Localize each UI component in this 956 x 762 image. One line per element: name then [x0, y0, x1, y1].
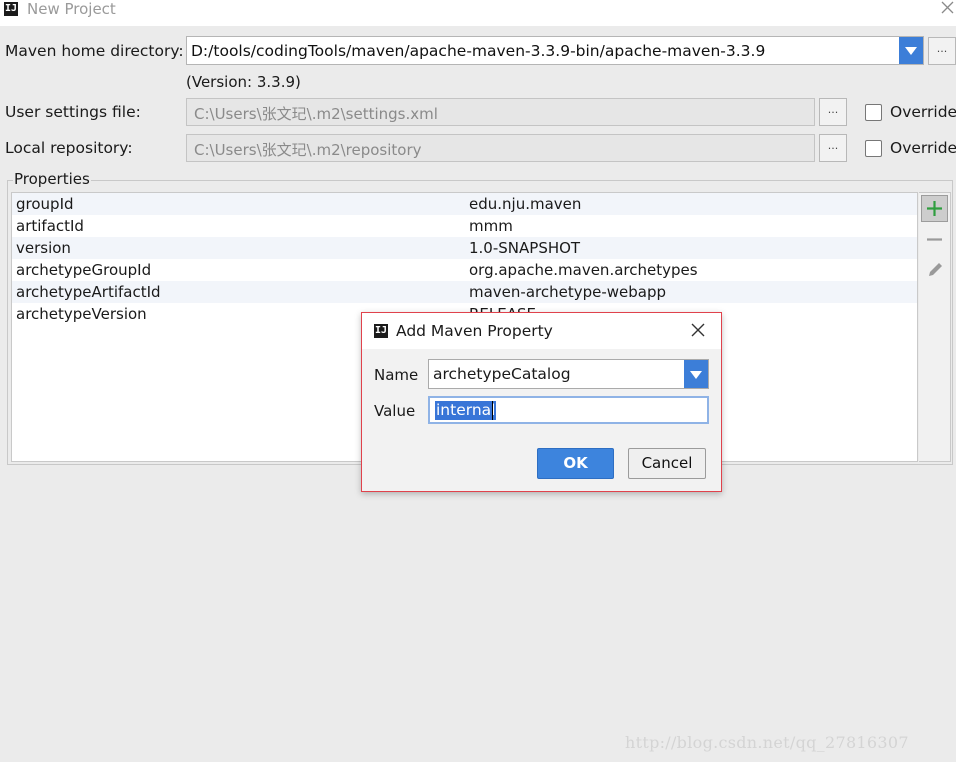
text-caret [492, 401, 493, 420]
table-row[interactable]: artifactId mmm [12, 215, 917, 237]
property-value: edu.nju.maven [469, 195, 582, 213]
chevron-down-icon[interactable] [899, 37, 923, 64]
maven-version-text: (Version: 3.3.9) [186, 73, 301, 91]
window-close-icon[interactable] [938, 0, 956, 18]
local-repository-field: C:\Users\张文玘\.m2\repository [186, 134, 815, 162]
property-name: groupId [16, 195, 74, 213]
edit-property-button[interactable] [921, 256, 948, 283]
dialog-title-bar: IJ Add Maven Property [362, 313, 721, 349]
property-name: archetypeArtifactId [16, 283, 161, 301]
properties-legend: Properties [13, 170, 91, 188]
local-repository-override-label[interactable]: Override [890, 139, 956, 157]
property-value-input[interactable]: internal [428, 396, 709, 424]
intellij-app-icon: IJ [4, 2, 18, 16]
cancel-button[interactable]: Cancel [628, 448, 706, 479]
property-name: archetypeVersion [16, 305, 147, 323]
properties-toolbar [919, 192, 951, 462]
maven-home-combo[interactable]: D:/tools/codingTools/maven/apache-maven-… [186, 36, 924, 65]
pencil-icon [929, 263, 942, 276]
property-value-selected-text: internal [435, 401, 497, 420]
maven-home-value: D:/tools/codingTools/maven/apache-maven-… [191, 42, 766, 60]
user-settings-value: C:\Users\张文玘\.m2\settings.xml [194, 105, 438, 123]
property-value: maven-archetype-webapp [469, 283, 667, 301]
plus-icon [927, 201, 942, 216]
property-name-label: Name [374, 366, 419, 384]
local-repository-label: Local repository: [5, 139, 133, 157]
add-maven-property-dialog: IJ Add Maven Property Name archetypeCata… [361, 312, 722, 492]
ok-button[interactable]: OK [537, 448, 614, 479]
user-settings-override-label[interactable]: Override [890, 103, 956, 121]
table-row[interactable]: archetypeArtifactId maven-archetype-weba… [12, 281, 917, 303]
watermark-text: http://blog.csdn.net/qq_27816307 [625, 733, 909, 752]
maven-home-browse-button[interactable]: ... [928, 37, 956, 65]
property-name: artifactId [16, 217, 84, 235]
user-settings-override-checkbox[interactable] [865, 104, 882, 121]
dialog-close-icon[interactable] [690, 322, 706, 338]
chevron-down-icon[interactable] [684, 360, 708, 388]
table-row[interactable]: version 1.0-SNAPSHOT [12, 237, 917, 259]
add-property-button[interactable] [921, 195, 948, 222]
local-repository-override-checkbox[interactable] [865, 140, 882, 157]
remove-property-button[interactable] [921, 226, 948, 253]
property-value-label: Value [374, 402, 416, 420]
user-settings-browse-button[interactable]: ... [819, 98, 847, 126]
local-repository-value: C:\Users\张文玘\.m2\repository [194, 141, 422, 159]
property-name-combo[interactable]: archetypeCatalog [428, 359, 709, 389]
property-name-value: archetypeCatalog [433, 365, 571, 383]
maven-home-label: Maven home directory: [5, 42, 184, 60]
dialog-title: Add Maven Property [396, 322, 553, 340]
property-name: archetypeGroupId [16, 261, 152, 279]
table-row[interactable]: groupId edu.nju.maven [12, 193, 917, 215]
user-settings-field: C:\Users\张文玘\.m2\settings.xml [186, 98, 815, 126]
property-value: org.apache.maven.archetypes [469, 261, 698, 279]
window-title: New Project [27, 0, 116, 18]
property-value: 1.0-SNAPSHOT [469, 239, 581, 257]
minus-icon [927, 238, 942, 241]
title-bar: IJ New Project [0, 0, 956, 26]
property-value: mmm [469, 217, 513, 235]
table-row[interactable]: archetypeGroupId org.apache.maven.archet… [12, 259, 917, 281]
intellij-app-icon: IJ [374, 324, 388, 338]
property-name: version [16, 239, 71, 257]
local-repository-browse-button[interactable]: ... [819, 134, 847, 162]
user-settings-label: User settings file: [5, 103, 141, 121]
